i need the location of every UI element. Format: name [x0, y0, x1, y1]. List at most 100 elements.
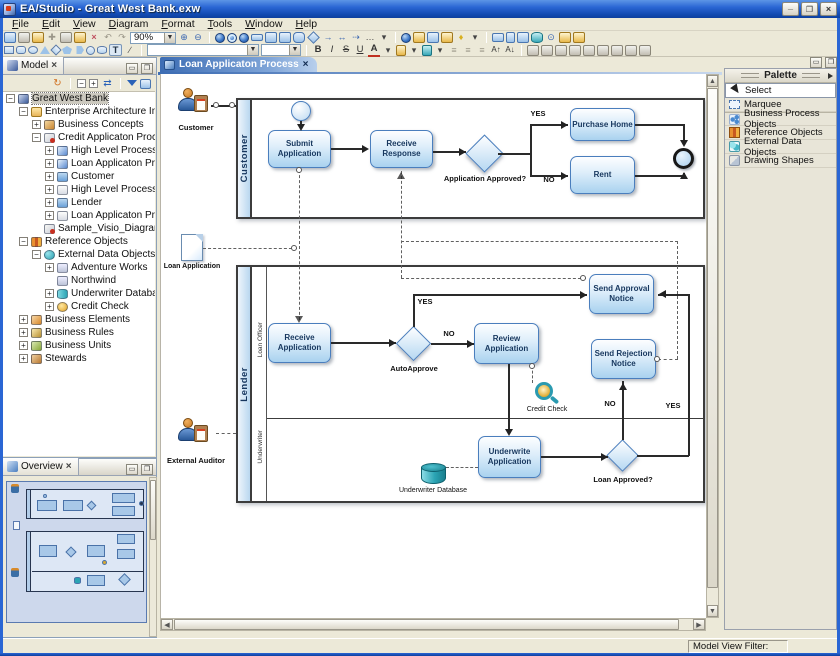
task-send-approval-notice[interactable]: Send Approval Notice [589, 274, 654, 314]
message-flow-rejection-v[interactable] [677, 241, 678, 359]
flow-loanapproved-yes-h[interactable] [637, 455, 689, 457]
sync-icon[interactable]: ↻ [51, 78, 64, 90]
scroll-left-icon[interactable]: ◀ [161, 619, 173, 630]
tree-item-credit-application-process[interactable]: −Credit Applicaton Process [2, 131, 155, 144]
data-store-icon[interactable] [531, 32, 543, 43]
palette-maximize-icon[interactable] [825, 57, 837, 68]
undo-icon[interactable] [102, 32, 114, 43]
task-submit-application[interactable]: Submit Application [268, 130, 331, 168]
tree-item-underwriter-database[interactable]: +Underwriter Database [2, 287, 155, 300]
end-event[interactable] [673, 148, 694, 169]
layout-align-icon[interactable] [611, 45, 623, 56]
vscroll-thumb[interactable] [707, 88, 718, 588]
underwriter-database-icon[interactable] [421, 463, 446, 486]
maximize-button[interactable] [801, 2, 818, 16]
save-icon[interactable] [4, 32, 16, 43]
task-underwrite-application[interactable]: Underwrite Application [478, 436, 541, 478]
association-db-underwrite[interactable] [446, 467, 478, 468]
tree-item-reference-objects[interactable]: −Reference Objects [2, 235, 155, 248]
overview-minimap[interactable] [6, 481, 147, 623]
flow-gateway-split[interactable] [498, 153, 531, 155]
palette-item-business-process-objects[interactable]: Business Process Objects [725, 112, 836, 126]
sequence-flow-tool-icon[interactable] [322, 32, 334, 43]
font-size-combo[interactable] [261, 44, 301, 56]
flow-underwrite-loanapproved[interactable] [541, 456, 608, 458]
tree-item-northwind[interactable]: Northwind [2, 274, 155, 287]
menu-format[interactable]: Format [155, 18, 200, 30]
flow-yes-approval-h[interactable] [413, 294, 587, 296]
model-maximize-icon[interactable] [141, 63, 153, 74]
rectangle-tool-icon[interactable] [4, 46, 14, 54]
task-receive-application[interactable]: Receive Application [268, 323, 331, 363]
lane-icon[interactable] [517, 32, 529, 43]
tree-item-customer[interactable]: +Customer [2, 170, 155, 183]
canvas-vscrollbar[interactable]: ▲ ▼ [706, 74, 719, 618]
task-tool-icon[interactable] [251, 34, 263, 41]
overview-minimize-icon[interactable] [126, 464, 138, 475]
overview-maximize-icon[interactable] [141, 464, 153, 475]
overview-scrollbar[interactable] [149, 477, 157, 637]
format-painter-icon[interactable] [396, 45, 406, 56]
circle-tool-icon[interactable] [86, 46, 95, 55]
tree-item-high-level-process-2[interactable]: +High Level Process [2, 183, 155, 196]
menu-tools[interactable]: Tools [202, 18, 239, 30]
message-flow-submit-receiveapp[interactable] [299, 170, 300, 320]
tree-item-loan-application-process-2[interactable]: +Loan Applicaton Process [2, 209, 155, 222]
cut-icon[interactable] [46, 32, 58, 43]
format-painter-dropdown-icon[interactable] [408, 45, 420, 56]
tools-dropdown-icon[interactable] [469, 32, 481, 43]
collapsed-subprocess-tool-icon[interactable] [279, 32, 291, 43]
fill-dropdown-icon[interactable] [434, 45, 446, 56]
palette-item-select[interactable]: Select [725, 83, 836, 98]
align-left-icon[interactable] [448, 45, 460, 56]
layout-tree-icon[interactable] [555, 45, 567, 56]
pool-lender-band[interactable]: Lender [238, 267, 252, 501]
flow-review-underwrite[interactable] [508, 364, 510, 433]
font-larger-icon[interactable]: A↑ [490, 44, 502, 56]
copy-icon[interactable] [60, 32, 72, 43]
lender-lane-band[interactable]: Loan Officer Underwriter [254, 267, 267, 501]
scroll-up-icon[interactable]: ▲ [707, 75, 718, 87]
print-icon[interactable] [18, 32, 30, 43]
tree-item-business-concepts[interactable]: +Business Concepts [2, 118, 155, 131]
credit-check-artifact-icon[interactable] [535, 382, 559, 406]
font-color-dropdown-icon[interactable] [382, 45, 394, 56]
external-auditor-actor-icon[interactable] [176, 418, 216, 455]
cylinder-tool-icon[interactable] [97, 46, 107, 54]
tree-item-adventure-works[interactable]: +Adventure Works [2, 261, 155, 274]
fill-color-icon[interactable] [422, 45, 432, 56]
lightbulb-icon[interactable] [455, 32, 467, 43]
tree-item-stewards[interactable]: +Stewards [2, 352, 155, 365]
export-image-icon[interactable] [32, 32, 44, 43]
message-flow-tool-icon[interactable] [350, 32, 362, 43]
tree-item-ea-initiative[interactable]: −Enterprise Architecture Initiative [2, 105, 155, 118]
subprocess-tool-icon[interactable] [265, 32, 277, 43]
tree-item-loan-application-process[interactable]: +Loan Applicaton Process [2, 157, 155, 170]
message-flow-rejection-h2[interactable] [658, 359, 678, 360]
tree-item-sample-visio-diagram[interactable]: Sample_Visio_Diagram [2, 222, 155, 235]
diagram-canvas[interactable]: Customer Customer Lender Loan Officer Un… [160, 74, 706, 618]
expanded-subprocess-tool-icon[interactable] [293, 32, 305, 43]
scroll-down-icon[interactable]: ▼ [707, 605, 718, 617]
expand-all-icon[interactable]: + [89, 79, 98, 88]
task-purchase-home[interactable]: Purchase Home [570, 108, 635, 141]
ellipse-tool-icon[interactable] [28, 46, 38, 54]
strikethrough-button[interactable]: S [340, 44, 352, 56]
align-right-icon[interactable] [476, 45, 488, 56]
diamond-tool-icon[interactable] [50, 44, 61, 55]
flow-dropdown-icon[interactable] [378, 32, 390, 43]
hierarchy-icon[interactable] [427, 32, 439, 43]
message-flow-notice-receiveresponse-v[interactable] [401, 171, 402, 278]
minimize-button[interactable] [782, 2, 799, 16]
rounded-rect-tool-icon[interactable] [16, 46, 26, 54]
triangle-tool-icon[interactable] [40, 46, 50, 54]
loan-application-document-icon[interactable] [181, 234, 203, 261]
pentagon-tool-icon[interactable] [62, 46, 72, 54]
customer-actor-icon[interactable] [176, 88, 216, 124]
tree-item-business-rules[interactable]: +Business Rules [2, 326, 155, 339]
end-event-tool-icon[interactable] [239, 33, 249, 43]
hexagon-tool-icon[interactable] [74, 46, 84, 54]
layout-fit-icon[interactable] [639, 45, 651, 56]
menu-edit[interactable]: Edit [36, 18, 66, 30]
globe-icon[interactable] [401, 33, 411, 43]
